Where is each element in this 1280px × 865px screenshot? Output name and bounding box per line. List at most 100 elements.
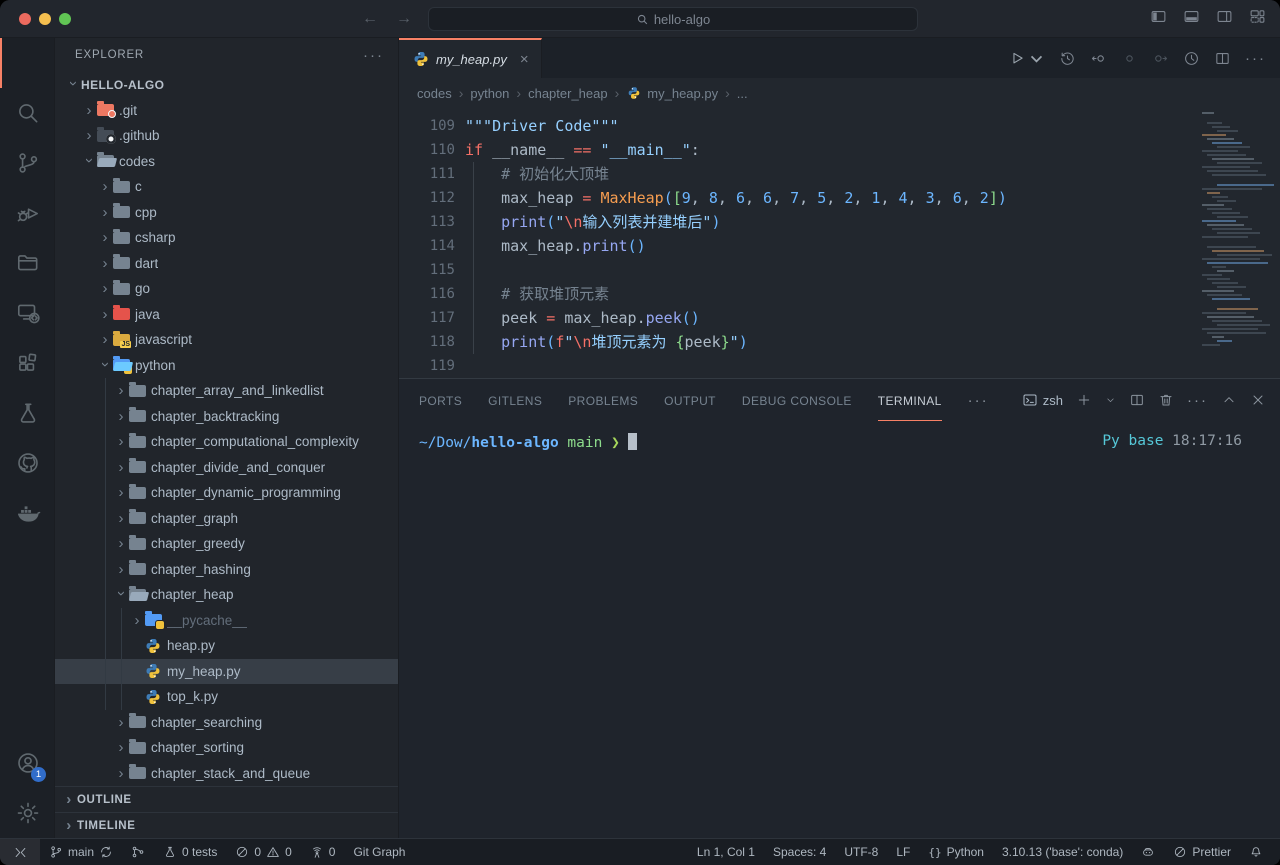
change-indicator-icon[interactable] — [1121, 50, 1138, 67]
tree-folder-chapter_backtracking[interactable]: chapter_backtracking — [55, 404, 398, 430]
status-eol[interactable]: LF — [887, 839, 919, 865]
tree-folder-cpp[interactable]: cpp — [55, 200, 398, 226]
new-terminal-icon[interactable] — [1076, 392, 1092, 408]
command-center-search[interactable]: hello-algo — [428, 7, 918, 31]
status-git-graph-status[interactable]: Git Graph — [344, 839, 414, 865]
tree-folder-javascript[interactable]: JSjavascript — [55, 327, 398, 353]
timeline-history-icon[interactable] — [1059, 50, 1076, 67]
kill-terminal-icon[interactable] — [1158, 392, 1174, 408]
status-git-graph-icon-status[interactable] — [122, 839, 154, 865]
status-python-interpreter[interactable]: 3.10.13 ('base': conda) — [993, 839, 1132, 865]
toggle-secondary-sidebar-icon[interactable] — [1216, 8, 1233, 30]
tree-file-my_heap.py[interactable]: my_heap.py — [55, 659, 398, 685]
activity-testing-icon[interactable] — [0, 388, 54, 438]
tree-folder-__pycache__[interactable]: __pycache__ — [55, 608, 398, 634]
activity-search-icon[interactable] — [0, 88, 54, 138]
status-indentation[interactable]: Spaces: 4 — [764, 839, 835, 865]
run-python-file-button[interactable] — [1009, 50, 1045, 67]
toggle-sidebar-icon[interactable] — [1150, 8, 1167, 30]
tree-folder-chapter_heap[interactable]: chapter_heap — [55, 582, 398, 608]
tree-folder-java[interactable]: java — [55, 302, 398, 328]
breadcrumb-item[interactable]: my_heap.py — [626, 85, 718, 101]
maximize-panel-icon[interactable] — [1221, 392, 1237, 408]
breadcrumb-item[interactable]: codes — [417, 86, 452, 101]
sidebar-section-outline[interactable]: OUTLINE — [55, 786, 398, 812]
editor-more-actions-icon[interactable]: ··· — [1245, 50, 1266, 67]
panel-tab-terminal[interactable]: TERMINAL — [878, 379, 942, 421]
status-prettier[interactable]: Prettier — [1164, 839, 1240, 865]
activity-source-control-icon[interactable] — [0, 138, 54, 188]
previous-change-icon[interactable] — [1090, 50, 1107, 67]
breadcrumb-item[interactable]: ... — [737, 86, 748, 101]
tree-folder-chapter_graph[interactable]: chapter_graph — [55, 506, 398, 532]
activity-extensions-icon[interactable] — [0, 338, 54, 388]
toggle-panel-icon[interactable] — [1183, 8, 1200, 30]
tree-folder-csharp[interactable]: csharp — [55, 225, 398, 251]
tree-folder-chapter_greedy[interactable]: chapter_greedy — [55, 531, 398, 557]
explorer-more-actions-icon[interactable]: ··· — [363, 47, 384, 64]
activity-project-folder-icon[interactable] — [0, 238, 54, 288]
terminal-dropdown-icon[interactable] — [1105, 392, 1116, 408]
tree-folder-c[interactable]: c — [55, 174, 398, 200]
tree-folder-chapter_hashing[interactable]: chapter_hashing — [55, 557, 398, 583]
panel-tab-problems[interactable]: PROBLEMS — [568, 379, 638, 421]
activity-settings-icon[interactable] — [0, 788, 54, 838]
terminal-shell-label[interactable]: zsh — [1022, 392, 1063, 408]
back-arrow-icon[interactable]: ← — [362, 10, 378, 28]
split-editor-icon[interactable] — [1214, 50, 1231, 67]
tree-folder-codes[interactable]: codes — [55, 149, 398, 175]
terminal[interactable]: ~/Dow/hello-algo main ❯ Py base 18:17:16 — [399, 421, 1280, 838]
tree-folder-.github[interactable]: .github — [55, 123, 398, 149]
activity-run-debug-icon[interactable] — [0, 188, 54, 238]
status-ports-status[interactable]: 0 — [301, 839, 345, 865]
tree-folder-dart[interactable]: dart — [55, 251, 398, 277]
tree-folder-go[interactable]: go — [55, 276, 398, 302]
panel-more-actions-icon[interactable]: ··· — [1187, 392, 1208, 409]
tree-folder-chapter_divide_and_conquer[interactable]: chapter_divide_and_conquer — [55, 455, 398, 481]
close-window-button[interactable] — [19, 13, 31, 25]
activity-github-icon[interactable] — [0, 438, 54, 488]
tree-folder-chapter_computational_complexity[interactable]: chapter_computational_complexity — [55, 429, 398, 455]
code-editor[interactable]: 109"""Driver Code"""110if __name__ == "_… — [399, 108, 1280, 378]
panel-more-tabs-icon[interactable]: ··· — [968, 392, 989, 409]
breadcrumb-item[interactable]: python — [470, 86, 509, 101]
status-language-mode[interactable]: {}Python — [919, 839, 993, 865]
panel-tab-debug-console[interactable]: DEBUG CONSOLE — [742, 379, 852, 421]
close-panel-icon[interactable] — [1250, 392, 1266, 408]
activity-explorer-icon[interactable] — [0, 38, 54, 88]
panel-tab-output[interactable]: OUTPUT — [664, 379, 716, 421]
status-notifications[interactable] — [1240, 839, 1272, 865]
minimize-window-button[interactable] — [39, 13, 51, 25]
activity-docker-icon[interactable] — [0, 488, 54, 538]
status-cursor-position[interactable]: Ln 1, Col 1 — [688, 839, 764, 865]
tree-folder-chapter_array_and_linkedlist[interactable]: chapter_array_and_linkedlist — [55, 378, 398, 404]
tab-close-icon[interactable]: × — [520, 51, 529, 68]
tree-folder-chapter_searching[interactable]: chapter_searching — [55, 710, 398, 736]
tree-folder-.git[interactable]: .git — [55, 98, 398, 124]
activity-remote-explorer-icon[interactable] — [0, 288, 54, 338]
tree-folder-chapter_dynamic_programming[interactable]: chapter_dynamic_programming — [55, 480, 398, 506]
tree-folder-chapter_stack_and_queue[interactable]: chapter_stack_and_queue — [55, 761, 398, 787]
panel-tab-ports[interactable]: PORTS — [419, 379, 462, 421]
panel-tab-gitlens[interactable]: GITLENS — [488, 379, 542, 421]
tree-folder-chapter_sorting[interactable]: chapter_sorting — [55, 735, 398, 761]
tree-folder-hello-algo[interactable]: HELLO-ALGO — [55, 72, 398, 98]
status-encoding[interactable]: UTF-8 — [835, 839, 887, 865]
sidebar-section-timeline[interactable]: TIMELINE — [55, 812, 398, 838]
gitlens-file-history-icon[interactable] — [1183, 50, 1200, 67]
status-remote-indicator[interactable] — [0, 839, 40, 865]
status-git-branch-status[interactable]: main — [40, 839, 122, 865]
status-tests-status[interactable]: 0 tests — [154, 839, 226, 865]
breadcrumb-item[interactable]: chapter_heap — [528, 86, 608, 101]
tree-file-top_k.py[interactable]: top_k.py — [55, 684, 398, 710]
tab-my-heap-py[interactable]: my_heap.py × — [399, 38, 542, 78]
minimap[interactable] — [1202, 112, 1274, 346]
next-change-icon[interactable] — [1152, 50, 1169, 67]
customize-layout-icon[interactable] — [1249, 8, 1266, 30]
maximize-window-button[interactable] — [59, 13, 71, 25]
activity-accounts-icon[interactable]: 1 — [0, 738, 54, 788]
tree-folder-python[interactable]: python — [55, 353, 398, 379]
status-copilot[interactable] — [1132, 839, 1164, 865]
status-problems-status[interactable]: 00 — [226, 839, 300, 865]
tree-file-heap.py[interactable]: heap.py — [55, 633, 398, 659]
